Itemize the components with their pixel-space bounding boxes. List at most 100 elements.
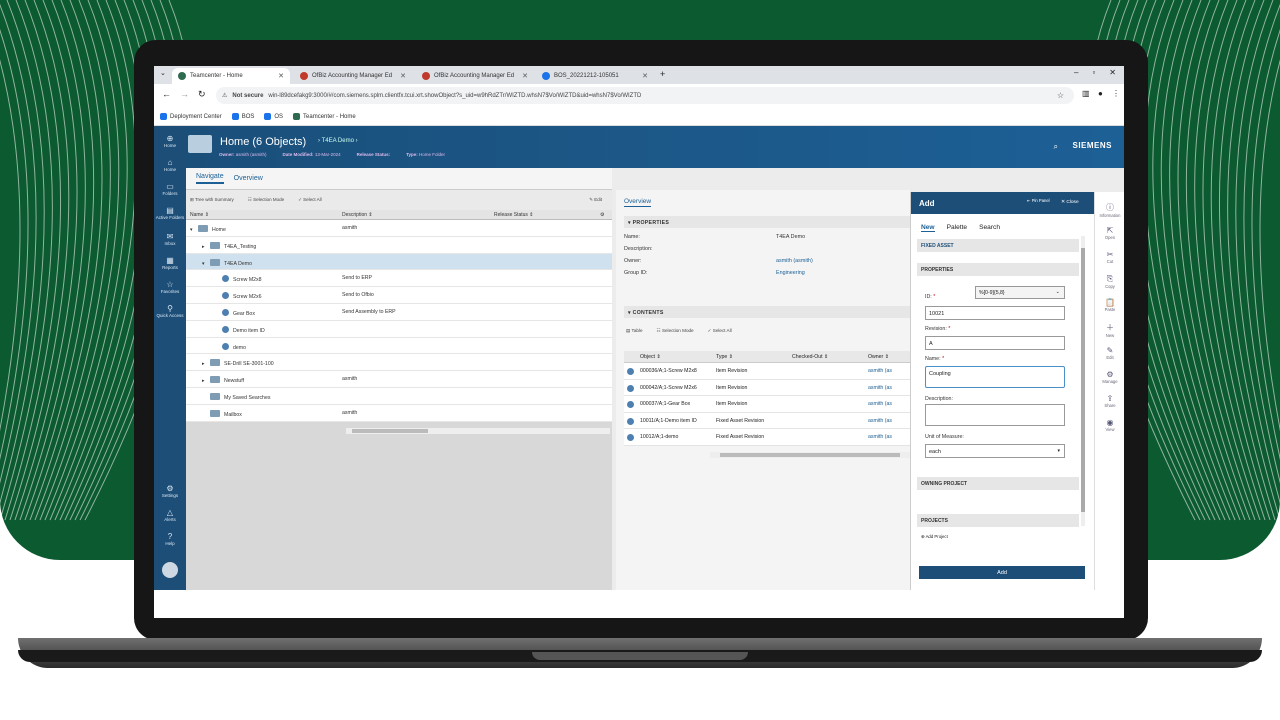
nav-item-home[interactable]: ⌂ Home (154, 158, 186, 172)
reload-icon[interactable]: ↻ (198, 89, 206, 100)
bookmark[interactable]: Deployment Center (160, 113, 222, 120)
maximize-icon[interactable]: ▫ (1092, 68, 1095, 77)
selection-mode-button[interactable]: ☷ Selection Mode (248, 197, 284, 203)
tab-new[interactable]: New (921, 224, 935, 232)
add-project-button[interactable]: ⊕ Add Project (921, 534, 961, 540)
object-cell[interactable]: 000036/A;1-Screw M2x8 (640, 368, 697, 374)
table-row[interactable]: 000036/A;1-Screw M2x8 Item Revision asmith… (624, 363, 910, 380)
table-row[interactable]: ▸ T4EA_Testing (186, 236, 612, 254)
command-new[interactable]: ＋ New (1095, 322, 1124, 338)
table-row[interactable]: Mailbox asmith (186, 404, 612, 422)
object-cell[interactable]: 10012/A;1-demo (640, 434, 678, 440)
browser-tab[interactable]: OfBiz Accounting Manager Ed ✕ (294, 68, 412, 84)
nav-item-quick-access[interactable]: ⚲ Quick Access (154, 304, 186, 318)
menu-icon[interactable]: ⋮ (1112, 89, 1120, 98)
table-row[interactable]: ▾ T4EA Demo (186, 253, 612, 271)
owner-cell[interactable]: asmith (as (868, 434, 892, 440)
overview-tab[interactable]: Overview (624, 198, 652, 207)
bookmark[interactable]: BOS (231, 113, 254, 120)
scroll-thumb[interactable] (720, 453, 900, 457)
name-cell[interactable]: ▾ Home (190, 225, 226, 233)
tab-search-icon[interactable]: ⌄ (160, 69, 166, 77)
revision-field[interactable]: A (925, 336, 1065, 350)
object-cell[interactable]: 000042/A;1-Screw M2x6 (640, 385, 697, 391)
search-icon[interactable]: ⌕ (1054, 142, 1058, 152)
horizontal-scrollbar[interactable] (710, 452, 910, 458)
name-field[interactable]: Coupling (925, 366, 1065, 388)
column-description[interactable]: Description ⇕ (342, 212, 373, 218)
nav-item-alerts[interactable]: △ Alerts (154, 508, 186, 522)
column-object[interactable]: Object ⇕ (640, 354, 661, 360)
property-value[interactable]: Engineering (776, 270, 805, 276)
command-open[interactable]: ⇱ Open (1095, 226, 1124, 240)
browser-tab[interactable]: OfBiz Accounting Manager Ed ✕ (416, 68, 534, 84)
command-share[interactable]: ⇪ Share (1095, 394, 1124, 408)
forward-icon[interactable]: → (180, 89, 189, 99)
avatar[interactable] (162, 562, 178, 578)
owner-cell[interactable]: asmith (as (868, 418, 892, 424)
column-type[interactable]: Type ⇕ (716, 354, 733, 360)
nav-item-home[interactable]: ⊕ Home (154, 134, 186, 148)
name-cell[interactable]: ▾ T4EA Demo (202, 258, 252, 267)
close-icon[interactable]: ✕ (278, 72, 284, 80)
unit-of-measure-select[interactable]: each ▾ (925, 444, 1065, 458)
name-cell[interactable]: demo (214, 342, 246, 351)
command-manage[interactable]: ⚙ Manage (1095, 370, 1124, 384)
vertical-scrollbar[interactable] (1081, 236, 1085, 526)
bookmark[interactable]: Teamcenter - Home (293, 113, 356, 120)
table-row[interactable]: ▾ Home asmith (186, 220, 612, 237)
sidepanel-icon[interactable]: ▥ (1082, 89, 1090, 98)
name-cell[interactable]: Mailbox (202, 409, 242, 418)
column-checked-out[interactable]: Checked-Out ⇕ (792, 354, 828, 360)
id-pattern-select[interactable]: %[0-9]{5,8} ⌄ (975, 286, 1065, 299)
expand-icon[interactable]: ▾ (202, 261, 210, 267)
description-field[interactable] (925, 404, 1065, 426)
profile-icon[interactable]: ● (1098, 89, 1103, 98)
selection-mode-button[interactable]: ☷ Selection Mode (657, 328, 694, 334)
back-icon[interactable]: ← (162, 89, 171, 99)
object-cell[interactable]: 10011/A;1-Demo item ID (640, 418, 697, 424)
bookmark[interactable]: OS (264, 113, 283, 120)
scroll-thumb[interactable] (1081, 248, 1085, 512)
command-paste[interactable]: 📋 Paste (1095, 298, 1124, 312)
name-cell[interactable]: Gear Box (214, 309, 255, 317)
tree-summary-button[interactable]: ⊞ Tree with Summary (190, 197, 234, 203)
owner-cell[interactable]: asmith (as (868, 401, 892, 407)
name-cell[interactable]: Demo item ID (214, 325, 265, 334)
pin-panel-button[interactable]: ⇤ Pin Panel (1027, 198, 1053, 203)
expand-icon[interactable]: ▾ (190, 227, 198, 233)
scroll-thumb[interactable] (352, 429, 428, 433)
column-settings-icon[interactable]: ⚙ (600, 212, 604, 218)
table-row[interactable]: Demo item ID (186, 320, 612, 338)
name-cell[interactable]: ▸ SE-Drill SE-3001-100 (202, 359, 274, 367)
close-icon[interactable]: ✕ (522, 72, 528, 80)
object-cell[interactable]: 000037/A;1-Gear Box (640, 401, 690, 407)
close-icon[interactable]: ✕ (400, 72, 406, 80)
column-release-status[interactable]: Release Status ⇕ (494, 212, 534, 218)
table-row[interactable]: 000037/A;1-Gear Box Item Revision asmith (… (624, 396, 910, 413)
table-row[interactable]: ▸ Newstuff asmith (186, 371, 612, 388)
command-copy[interactable]: ⎘ Copy (1095, 274, 1124, 289)
name-cell[interactable]: Screw M2x6 (214, 292, 262, 300)
close-window-icon[interactable]: ✕ (1109, 68, 1116, 77)
command-edit[interactable]: ✎ Edit (1095, 346, 1124, 360)
owner-cell[interactable]: asmith (as (868, 385, 892, 391)
close-icon[interactable]: ✕ (642, 72, 648, 80)
expand-icon[interactable]: ▸ (202, 361, 210, 367)
table-row[interactable]: 10012/A;1-demo Fixed Asset Revision asmith… (624, 429, 910, 446)
command-cut[interactable]: ✂ Cut (1095, 250, 1124, 264)
table-row[interactable]: Screw M2x6 Send to Ofbio (186, 287, 612, 304)
breadcrumb[interactable]: › T4EA Demo › (318, 138, 358, 144)
nav-item-inbox[interactable]: ✉ Inbox (154, 232, 186, 246)
nav-item-help[interactable]: ? Help (154, 532, 186, 546)
select-all-button[interactable]: ✓ Select All (708, 328, 732, 334)
add-button[interactable]: Add (919, 566, 1085, 579)
edit-button[interactable]: ✎ Edit (589, 197, 602, 203)
owner-cell[interactable]: asmith (as (868, 368, 892, 374)
expand-icon[interactable]: ▸ (202, 244, 210, 250)
nav-item-settings[interactable]: ⚙ Settings (154, 484, 186, 498)
expand-icon[interactable]: ▸ (202, 378, 210, 384)
command-information[interactable]: ⓘ Information (1095, 202, 1124, 218)
column-owner[interactable]: Owner ⇕ (868, 354, 889, 360)
nav-item-folders[interactable]: ▭ Folders (154, 182, 186, 196)
